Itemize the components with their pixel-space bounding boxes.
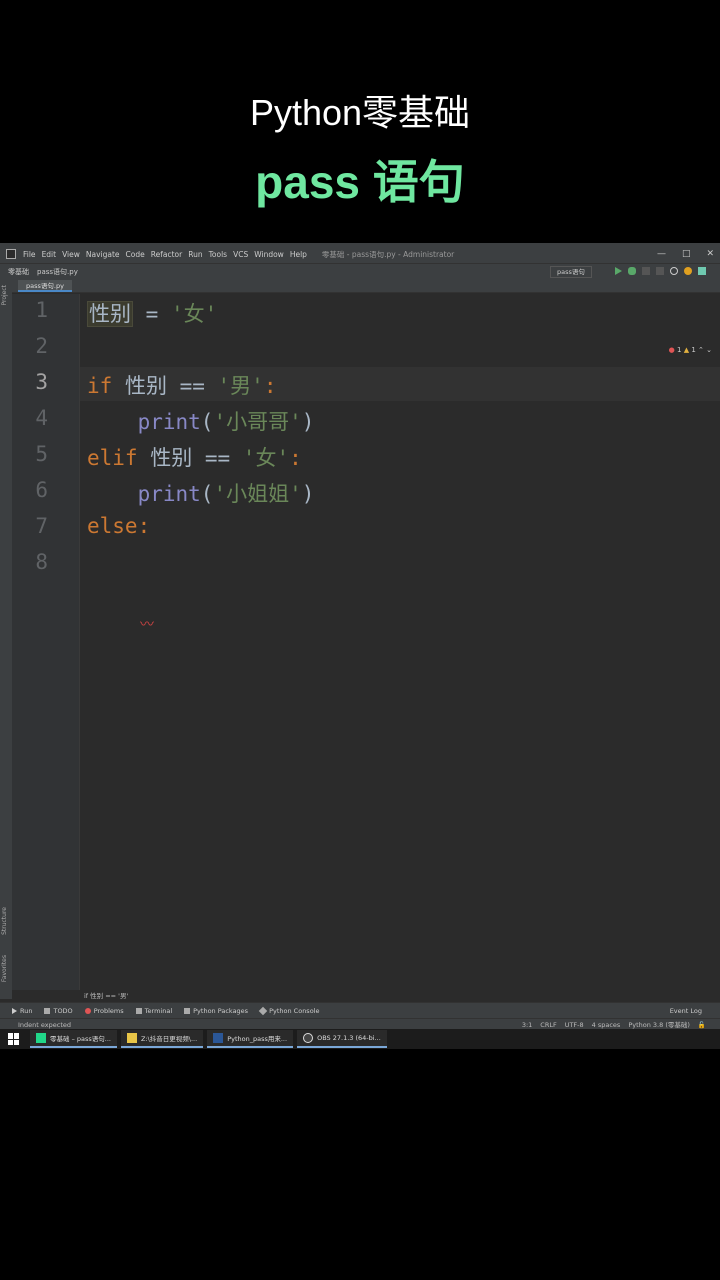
code-line: print('小哥哥')	[137, 410, 315, 434]
error-count: 1	[676, 346, 682, 354]
structure-tool-button[interactable]: Structure	[1, 907, 8, 935]
pycharm-icon	[6, 249, 16, 259]
line-number: 5	[35, 442, 48, 466]
stop-icon[interactable]	[656, 267, 664, 275]
line-number: 4	[35, 406, 48, 430]
code-line: else:	[87, 514, 151, 538]
menu-bar: File Edit View Navigate Code Refactor Ru…	[0, 245, 720, 263]
favorites-tool-button[interactable]: Favorites	[1, 955, 8, 982]
taskbar-obs[interactable]: OBS 27.1.3 (64-bi...	[297, 1030, 387, 1048]
ide-window: File Edit View Navigate Code Refactor Ru…	[0, 243, 720, 1031]
breadcrumb-file[interactable]: pass语句.py	[37, 267, 78, 277]
python-console-tool-button[interactable]: Python Console	[258, 1006, 319, 1015]
close-icon[interactable]: ✕	[706, 249, 714, 259]
problems-tool-button[interactable]: Problems	[84, 1007, 124, 1015]
menu-tools[interactable]: Tools	[209, 250, 227, 259]
breadcrumb-project[interactable]: 零基础	[8, 267, 29, 277]
code-line: 性别 = '女'	[87, 301, 218, 327]
error-squiggle: 〰	[140, 617, 154, 633]
taskbar-word[interactable]: Python_pass用来...	[207, 1030, 294, 1048]
window-controls: — □ ✕	[657, 249, 714, 259]
editor-tabs: pass语句.py	[12, 279, 720, 293]
line-number: 1	[35, 298, 48, 322]
terminal-icon	[135, 1007, 142, 1014]
line-number: 6	[35, 478, 48, 502]
coverage-icon[interactable]	[642, 267, 650, 275]
plugin-icon[interactable]	[698, 267, 706, 275]
terminal-tool-button[interactable]: Terminal	[135, 1007, 172, 1015]
line-number: 7	[35, 514, 48, 538]
code-breadcrumb[interactable]: if 性别 == '男'	[12, 990, 720, 1002]
menu-code[interactable]: Code	[126, 250, 145, 259]
chevron-up-icon[interactable]: ⌃	[698, 346, 704, 354]
toolbar-icons	[615, 267, 706, 275]
python-packages-tool-button[interactable]: Python Packages	[184, 1007, 248, 1015]
taskbar-pycharm[interactable]: 零基础 – pass语句...	[30, 1030, 117, 1048]
run-config-select[interactable]: pass语句	[550, 266, 592, 278]
debug-icon[interactable]	[628, 267, 636, 275]
windows-start-icon[interactable]	[8, 1033, 20, 1045]
navigation-toolbar: 零基础 pass语句.py pass语句	[0, 263, 720, 279]
run-icon	[12, 1007, 17, 1014]
event-log-button[interactable]: Event Log	[670, 1007, 702, 1015]
run-tool-button[interactable]: Run	[12, 1007, 32, 1015]
menu-navigate[interactable]: Navigate	[86, 250, 120, 259]
video-subtitle: pass 语句	[255, 156, 465, 208]
code-editor[interactable]: ● 1 ▲ 1 ⌃ ⌄ 性别 = '女' if 性别 == '男': print…	[80, 294, 720, 990]
menu-edit[interactable]: Edit	[42, 250, 57, 259]
package-icon	[184, 1007, 191, 1014]
updates-icon[interactable]	[684, 267, 692, 275]
folder-icon	[126, 1033, 137, 1043]
window-title: 零基础 - pass语句.py - Administrator	[321, 249, 455, 259]
taskbar-explorer[interactable]: Z:\抖音日更视频\...	[120, 1030, 204, 1048]
search-icon[interactable]	[670, 267, 678, 275]
menu-refactor[interactable]: Refactor	[151, 250, 182, 259]
error-icon	[84, 1007, 91, 1014]
pycharm-icon	[36, 1033, 46, 1043]
menu-window[interactable]: Window	[254, 250, 284, 259]
warning-count: 1	[691, 346, 696, 354]
obs-icon	[303, 1033, 314, 1043]
menu-file[interactable]: File	[23, 250, 36, 259]
chevron-down-icon[interactable]: ⌄	[706, 346, 712, 354]
word-icon	[213, 1033, 224, 1043]
todo-tool-button[interactable]: TODO	[44, 1007, 73, 1015]
line-number-gutter: 1 2 3 4 5 6 7 8	[12, 294, 80, 990]
inspection-widget[interactable]: ● 1 ▲ 1 ⌃ ⌄	[669, 346, 712, 354]
minimize-icon[interactable]: —	[657, 249, 666, 259]
python-icon	[258, 1006, 268, 1015]
menu-help[interactable]: Help	[290, 250, 307, 259]
menu-vcs[interactable]: VCS	[233, 250, 248, 259]
error-icon: ●	[668, 346, 675, 354]
line-number: 8	[35, 550, 48, 574]
code-line: if 性别 == '男':	[87, 374, 277, 398]
run-icon[interactable]	[615, 267, 622, 275]
tab-pass-file[interactable]: pass语句.py	[18, 280, 72, 292]
project-tool-button[interactable]: Project	[1, 285, 8, 306]
left-tool-strip: Project Structure Favorites	[0, 279, 12, 999]
line-number: 3	[35, 370, 48, 394]
tool-window-bar: Run TODO Problems Terminal Python Packag…	[0, 1002, 720, 1018]
line-number: 2	[35, 334, 48, 358]
windows-taskbar: 零基础 – pass语句... Z:\抖音日更视频\... Python_pas…	[0, 1029, 720, 1049]
menu-view[interactable]: View	[62, 250, 80, 259]
menu-run[interactable]: Run	[188, 250, 202, 259]
video-title: Python零基础	[249, 92, 471, 133]
list-icon	[44, 1007, 51, 1014]
code-line: elif 性别 == '女':	[87, 446, 302, 470]
maximize-icon[interactable]: □	[682, 249, 691, 259]
code-line: print('小姐姐')	[137, 482, 315, 506]
warning-icon: ▲	[683, 346, 690, 354]
